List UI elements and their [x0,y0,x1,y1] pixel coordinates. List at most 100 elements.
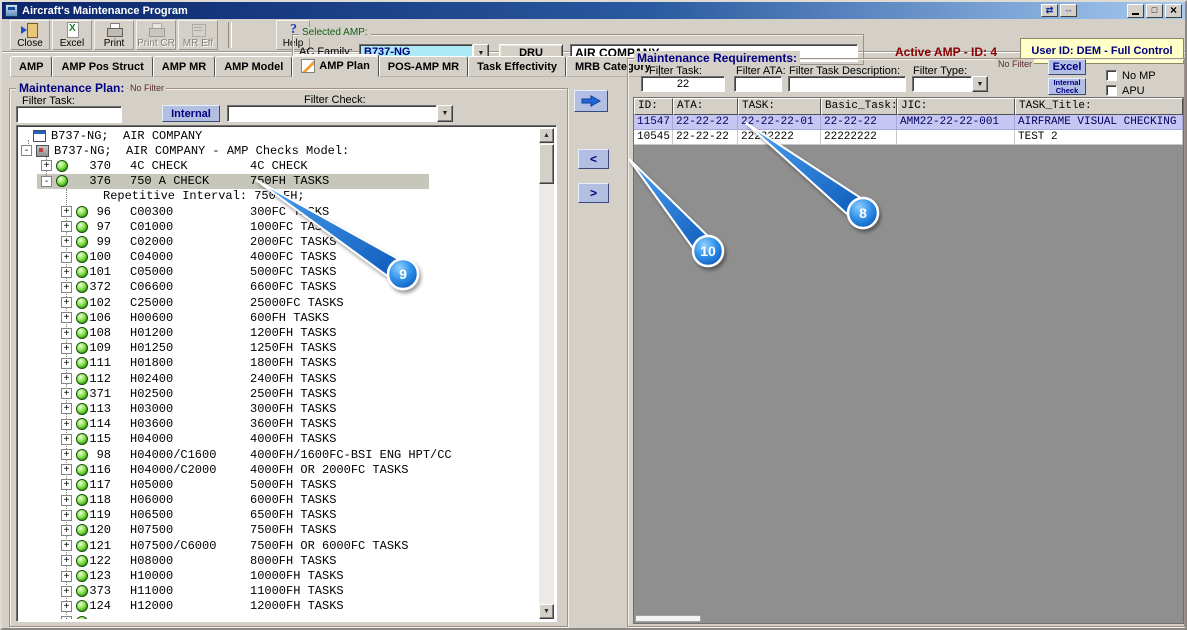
column-header[interactable]: Basic_Task: [821,98,897,115]
expander-icon[interactable] [61,509,72,521]
expander-icon[interactable] [61,251,72,263]
tree-task-item[interactable]: 101 C05000 5000FC TASKS [19,265,539,280]
expander-icon[interactable] [61,585,72,597]
toolbar-button[interactable]: Print CR [136,20,176,50]
expander-icon[interactable] [61,600,72,612]
tree-task-item[interactable]: 97 C01000 1000FC TASKS [19,219,539,234]
tree-model-item[interactable]: B737-NG; AIR COMPANY - AMP Checks Model: [19,143,539,158]
expander-icon[interactable] [61,540,72,552]
scroll-down-button[interactable]: ▼ [539,604,554,619]
expander-icon[interactable] [61,403,72,415]
internal-check-button[interactable]: Internal Check [1048,78,1086,95]
transfer-left-button[interactable]: < [578,149,609,169]
minimize-button[interactable] [1127,3,1144,18]
titlebar-tool-button-2[interactable]: ⇔ [1060,4,1077,17]
filter-check-dropdown-button[interactable]: ▼ [437,105,453,122]
toolbar-button[interactable]: Excel [52,20,92,50]
column-header[interactable]: ATA: [673,98,738,115]
expander-icon[interactable] [61,449,72,461]
expander-icon[interactable] [61,312,72,324]
transfer-right-button[interactable]: > [578,183,609,203]
table-row[interactable]: 10545 22-22-22 22222222 22222222 TEST 2 [634,130,1183,145]
internal-button[interactable]: Internal [162,105,220,122]
req-filter-ata-input[interactable] [734,76,782,92]
tree-task-item[interactable]: 119 H06500 6500FH TASKS [19,508,539,523]
expander-icon[interactable] [61,570,72,582]
expander-icon[interactable] [61,221,72,233]
tree-task-item[interactable]: 371 H02500 2500FH TASKS [19,386,539,401]
tree-task-item[interactable]: 117 H05000 5000FH TASKS [19,477,539,492]
tab[interactable]: AMP [10,56,53,77]
tab[interactable]: AMP Pos Struct [52,56,153,77]
expander-icon[interactable] [61,236,72,248]
scroll-up-button[interactable]: ▲ [539,128,554,143]
expander-icon[interactable] [61,297,72,309]
tree-task-item[interactable]: 124 H12000 12000FH TASKS [19,599,539,614]
table-row[interactable]: 11547 22-22-22 22-22-22-01 22-22-22 AMM2… [634,115,1183,130]
tree-task-item[interactable]: 373 H11000 11000FH TASKS [19,584,539,599]
expander-icon[interactable] [61,206,72,218]
tree-task-item[interactable]: 123 H10000 10000FH TASKS [19,568,539,583]
filter-check-combo[interactable]: ▼ [227,105,453,122]
tree-task-item[interactable]: 122 H08000 8000FH TASKS [19,553,539,568]
grid-footer-strip[interactable] [635,615,701,622]
column-header[interactable]: TASK: [738,98,821,115]
expander-icon[interactable] [61,555,72,567]
tab[interactable]: AMP MR [152,56,216,77]
expander-icon[interactable] [41,175,52,187]
expander-icon[interactable] [61,373,72,385]
tree-check-item[interactable]: 370 4C CHECK 4C CHECK [19,158,539,173]
tree-task-item[interactable]: 120 H07500 7500FH TASKS [19,523,539,538]
req-filter-type-combo[interactable]: ▼ [912,76,988,92]
tree-task-item[interactable]: 99 C02000 2000FC TASKS [19,234,539,249]
tree-task-item[interactable]: 108 H01200 1200FH TASKS [19,325,539,340]
expander-icon[interactable] [61,479,72,491]
column-header[interactable]: TASK_Title: [1015,98,1183,115]
tree-task-item[interactable]: 113 H03000 3000FH TASKS [19,401,539,416]
tree-task-item[interactable]: 118 H06000 6000FH TASKS [19,493,539,508]
req-filter-desc-input[interactable] [788,76,906,92]
tab[interactable]: AMP Plan [292,54,379,77]
tree-task-item[interactable]: 106 H00600 600FH TASKS [19,310,539,325]
expander-icon[interactable] [61,433,72,445]
apu-checkbox[interactable] [1106,85,1117,96]
tree-task-item[interactable]: 100 C04000 4000FC TASKS [19,250,539,265]
tab[interactable]: Task Effectivity [468,56,566,77]
toolbar-button[interactable]: Print [94,20,134,50]
tree-task-item[interactable]: 114 H03600 3600FH TASKS [19,417,539,432]
tab[interactable]: POS-AMP MR [378,56,469,77]
req-filter-task-input[interactable] [641,76,725,92]
req-excel-button[interactable]: Excel [1048,59,1086,75]
expander-icon[interactable] [61,418,72,430]
scrollbar-thumb[interactable] [539,144,554,184]
tree-check-item[interactable]: 376 750 A CHECK 750FH TASKS [19,173,539,189]
expander-icon[interactable] [61,357,72,369]
tree-task-item[interactable]: 109 H01250 1250FH TASKS [19,341,539,356]
tree-task-item[interactable]: 102 C25000 25000FC TASKS [19,295,539,310]
filter-task-input[interactable] [16,106,122,123]
expander-icon[interactable] [61,464,72,476]
column-header[interactable]: JIC: [897,98,1015,115]
tab[interactable]: AMP Model [215,56,293,77]
expander-icon[interactable] [61,342,72,354]
tree-task-item[interactable]: 116 H04000/C2000 4000FH OR 2000FC TASKS [19,462,539,477]
expander-icon[interactable] [61,388,72,400]
restore-button[interactable]: □ [1146,3,1163,18]
close-window-button[interactable]: × [1165,3,1182,18]
assign-arrow-button[interactable] [574,90,608,112]
tree-task-item[interactable]: 98 H04000/C1600 4000FH/1600FC-BSI ENG HP… [19,447,539,462]
no-mp-checkbox[interactable] [1106,70,1117,81]
expander-icon[interactable] [61,327,72,339]
tree-task-item[interactable]: 96 C00300 300FC TASKS [19,204,539,219]
tree-scrollbar[interactable]: ▲ ▼ [539,128,554,619]
expander-icon[interactable] [21,145,32,157]
expander-icon[interactable] [41,160,52,172]
tree-task-item[interactable]: 121 H07500/C6000 7500FH OR 6000FC TASKS [19,538,539,553]
req-filter-type-dropdown-button[interactable]: ▼ [972,76,988,92]
toolbar-button[interactable]: Close [10,20,50,50]
tree-task-item[interactable]: 372 C06600 6600FC TASKS [19,280,539,295]
tree-task-item[interactable]: 111 H01800 1800FH TASKS [19,356,539,371]
expander-icon[interactable] [61,281,72,293]
column-header[interactable]: ID: [634,98,673,115]
tree-task-item[interactable]: 112 H02400 2400FH TASKS [19,371,539,386]
